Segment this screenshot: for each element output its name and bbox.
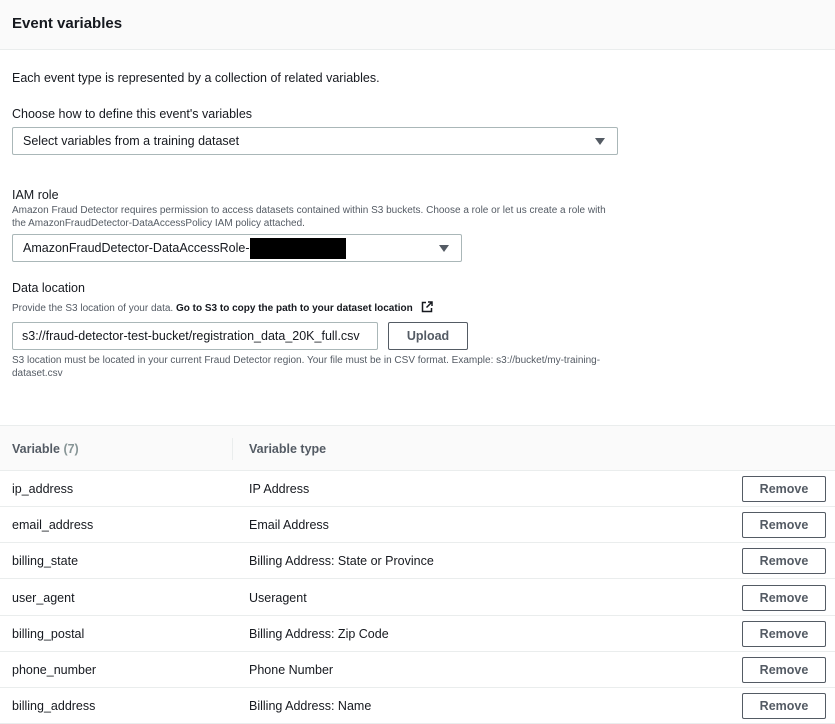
variable-count: (7) <box>63 442 79 456</box>
table-row: billing_address Billing Address: Name Remo… <box>0 688 835 724</box>
define-label: Choose how to define this event's variab… <box>12 107 253 121</box>
data-location-hint: S3 location must be located in your curr… <box>12 355 601 379</box>
column-divider <box>232 438 233 460</box>
remove-button[interactable]: Remove <box>742 476 826 502</box>
remove-button[interactable]: Remove <box>742 584 826 611</box>
define-select[interactable]: Select variables from a training dataset <box>12 127 618 155</box>
panel-header: Event variables <box>0 0 835 50</box>
table-row: user_agent Useragent Remove <box>0 580 835 616</box>
variable-name: billing_state <box>12 554 79 569</box>
variable-name: email_address <box>12 518 94 533</box>
data-location-description-line: Provide the S3 location of your data. Go… <box>12 301 434 315</box>
upload-button[interactable]: Upload <box>388 322 468 350</box>
variable-name: user_agent <box>12 590 75 605</box>
variable-name: billing_postal <box>12 626 85 641</box>
variable-type: Billing Address: State or Province <box>249 554 434 569</box>
iam-label: IAM role <box>12 188 59 202</box>
define-select-value: Select variables from a training dataset <box>23 134 240 148</box>
col-type-header[interactable]: Variable type <box>249 442 326 456</box>
s3-location-value: s3://fraud-detector-test-bucket/registra… <box>22 329 360 343</box>
data-location-description: Provide the S3 location of your data. <box>12 303 174 314</box>
variable-name: ip_address <box>12 482 74 496</box>
iam-role-value: AmazonFraudDetector-DataAccessRole- <box>23 241 250 255</box>
col-variable-header[interactable]: Variable (7) <box>12 442 79 456</box>
data-location-label: Data location <box>12 281 85 295</box>
table-row: email_address Email Address Remove <box>0 507 835 544</box>
remove-button[interactable]: Remove <box>742 548 826 575</box>
variable-type: IP Address <box>249 482 310 496</box>
variable-type: Billing Address: Name <box>249 699 372 714</box>
variable-name: billing_address <box>12 699 96 714</box>
external-link-icon[interactable] <box>421 301 434 313</box>
panel-title: Event variables <box>12 15 123 32</box>
variable-name: phone_number <box>12 663 97 677</box>
table-row: ip_address IP Address Remove <box>0 471 835 507</box>
remove-button[interactable]: Remove <box>742 657 826 683</box>
variable-type: Billing Address: Zip Code <box>249 626 389 641</box>
caret-down-icon <box>439 245 449 252</box>
table-row: billing_postal Billing Address: Zip Code R… <box>0 616 835 652</box>
remove-button[interactable]: Remove <box>742 620 826 647</box>
redaction-bar <box>250 237 347 259</box>
variable-type: Useragent <box>249 590 307 605</box>
remove-button[interactable]: Remove <box>742 693 826 720</box>
intro-text: Each event type is represented by a coll… <box>12 71 380 85</box>
iam-description: Amazon Fraud Detector requires permissio… <box>12 205 606 229</box>
table-row: phone_number Phone Number Remove <box>0 652 835 688</box>
variable-type: Email Address <box>249 518 329 533</box>
s3-link[interactable]: Go to S3 to copy the path to your datase… <box>176 303 413 314</box>
s3-location-input[interactable]: s3://fraud-detector-test-bucket/registra… <box>12 322 378 350</box>
remove-button[interactable]: Remove <box>742 512 826 539</box>
col-variable-label: Variable <box>12 442 60 456</box>
variable-type: Phone Number <box>249 663 334 677</box>
table-row: billing_state Billing Address: State or P… <box>0 543 835 580</box>
caret-down-icon <box>595 138 605 145</box>
iam-role-select[interactable]: AmazonFraudDetector-DataAccessRole- <box>12 234 462 262</box>
table-header: Variable (7) Variable type <box>0 425 835 471</box>
